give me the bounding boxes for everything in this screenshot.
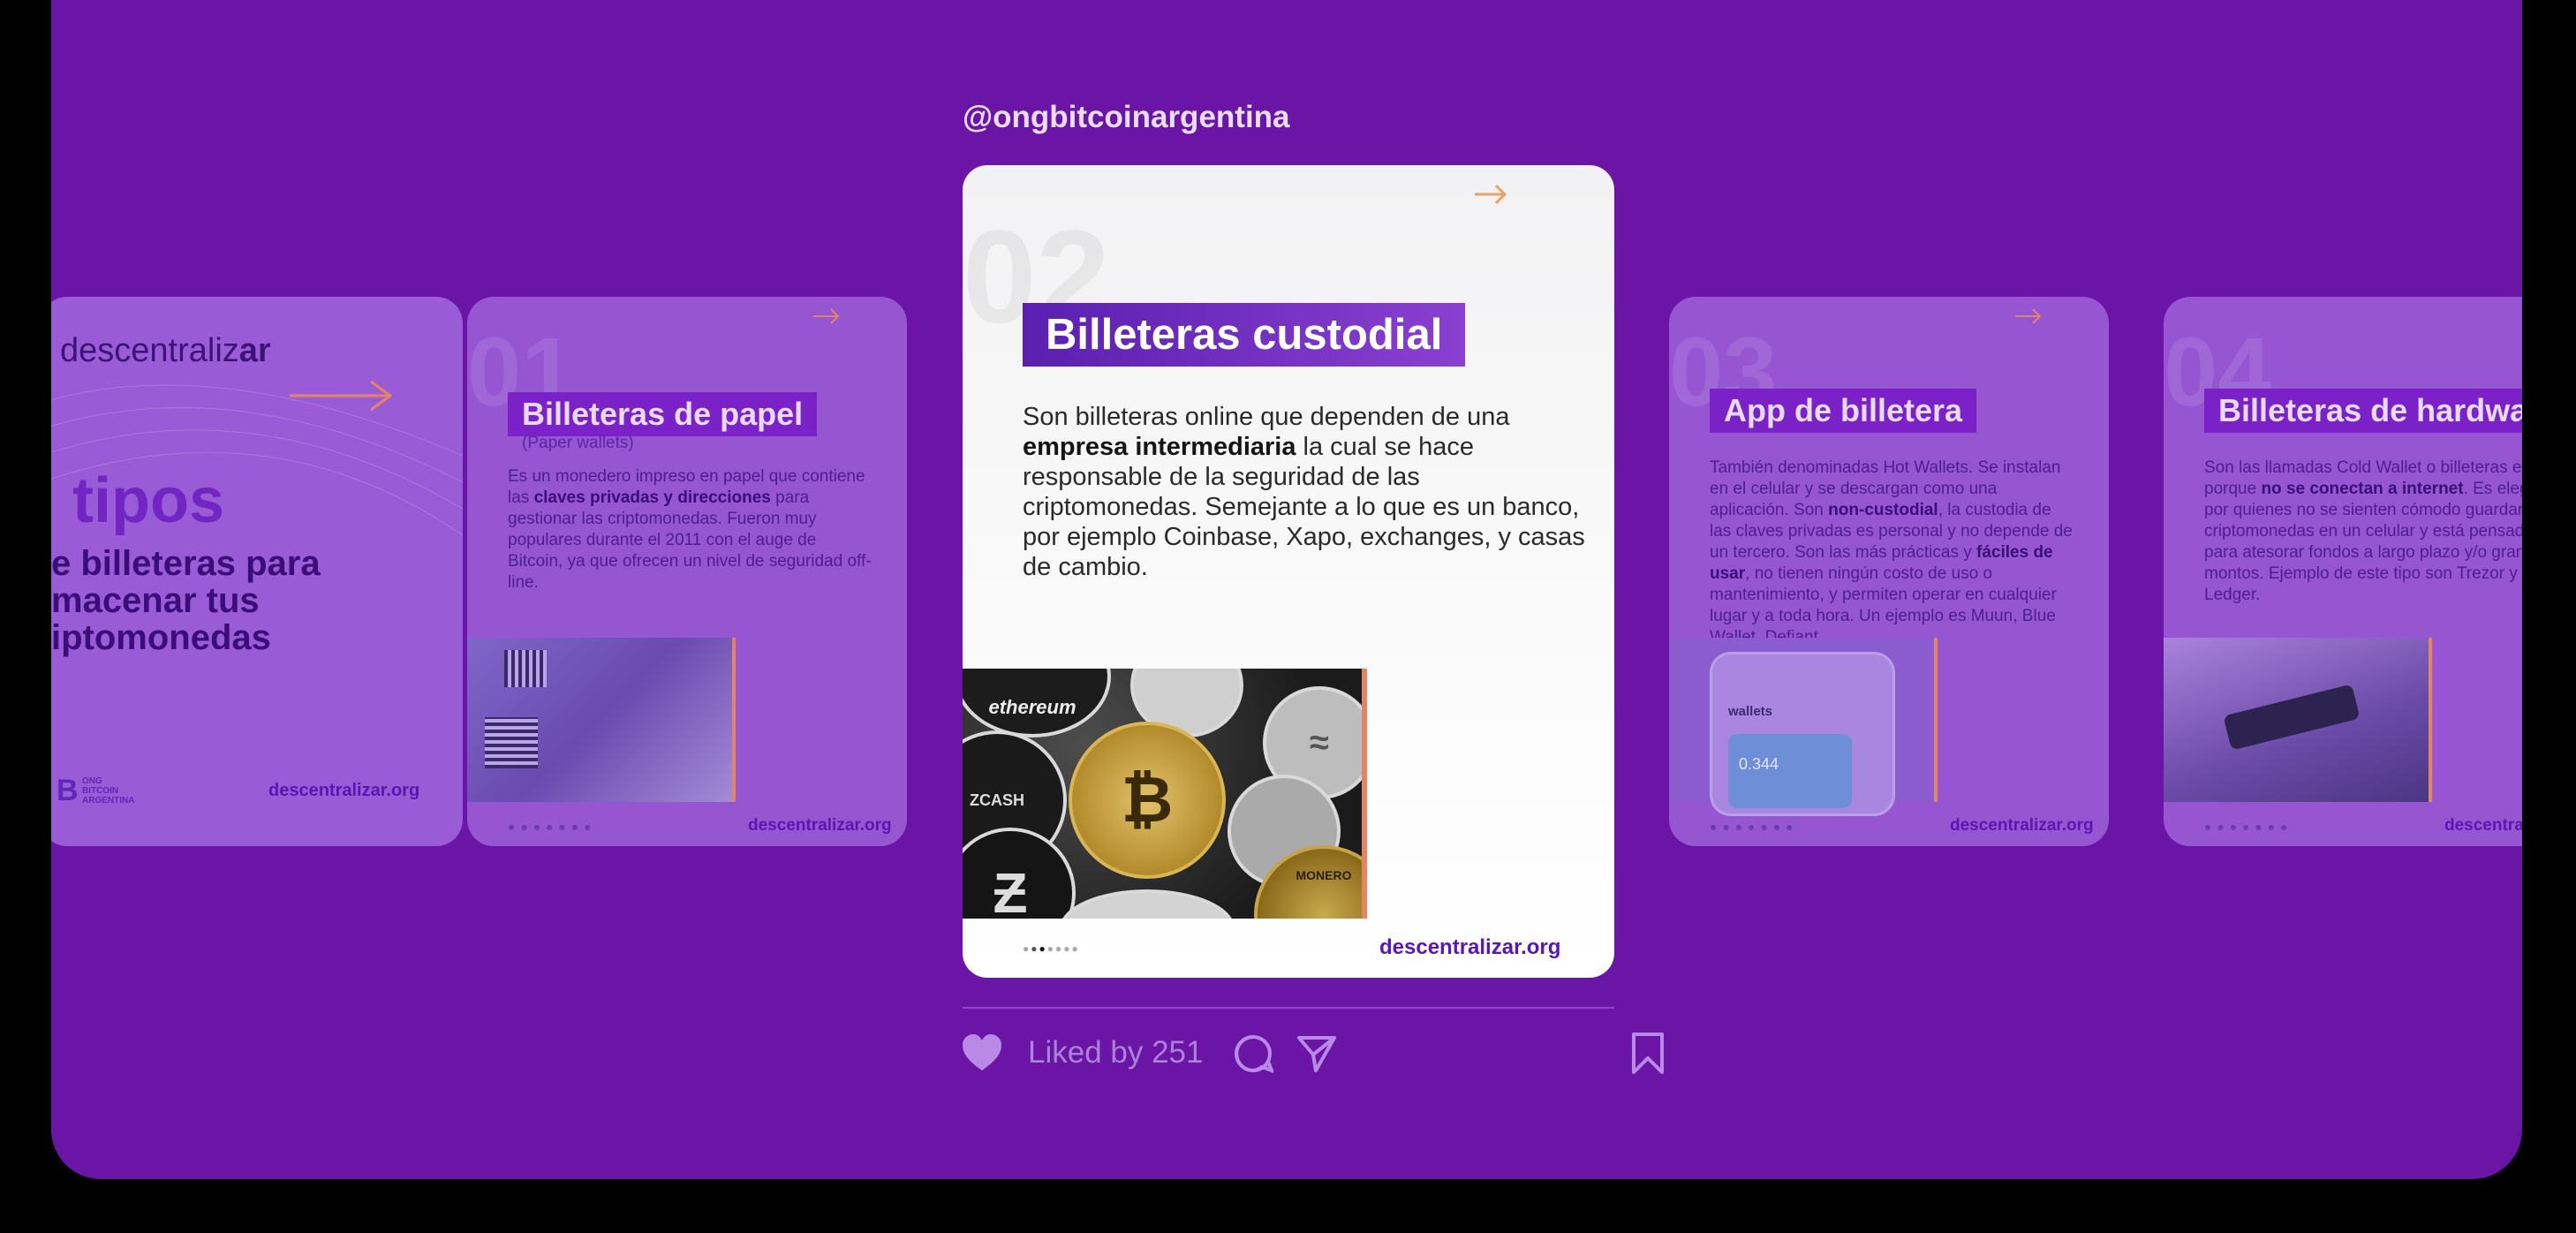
carousel-card-intro[interactable]: descentralizar tipos e billeteras para m…: [51, 297, 463, 846]
card-body: También denominadas Hot Wallets. Se inst…: [1710, 458, 2073, 647]
card-footer-url[interactable]: descentralizar.org: [1950, 816, 2094, 836]
card-title: Billeteras de papel: [508, 392, 818, 436]
likes-count[interactable]: Liked by 251: [1028, 1035, 1203, 1070]
comment-icon[interactable]: [1233, 1033, 1273, 1074]
card-title: Billeteras custodial: [1023, 303, 1466, 367]
intro-subtitle-2: macenar tus: [51, 581, 260, 620]
org-logo: B ONG BITCOIN ARGENTINA: [57, 774, 135, 807]
arrow-right-icon: [2015, 308, 2042, 324]
card-footer-url[interactable]: descentralizar.org: [268, 781, 419, 801]
card-subtitle: (Paper wallets): [522, 434, 634, 452]
bookmark-icon[interactable]: [1630, 1032, 1666, 1076]
phone-wallets-label: wallets: [1728, 704, 1773, 719]
card-footer-url[interactable]: descentralizar.org: [748, 816, 892, 836]
card-footer-url[interactable]: descentralizar.org: [2444, 816, 2522, 836]
bitcoin-coin: ₿: [1069, 722, 1226, 879]
carousel-card-custodial-wallets[interactable]: 02 Billeteras custodial Son billeteras o…: [963, 165, 1614, 978]
ethereum-coin: ethereum: [963, 669, 1111, 738]
share-icon[interactable]: [1296, 1033, 1337, 1074]
carousel-card-wallet-app[interactable]: 03 App de billetera También denominadas …: [1669, 297, 2109, 846]
card-body: Son las llamadas Cold Wallet o billetera…: [2204, 458, 2522, 604]
intro-subtitle-1: e billeteras para: [51, 544, 321, 583]
zcash-coin-dark: Ƶ: [963, 828, 1076, 919]
brand-wordmark-regular: descentraliz: [60, 332, 239, 369]
brand-wordmark: descentralizar: [60, 332, 271, 370]
card-title: App de billetera: [1710, 389, 1977, 433]
card-footer-url[interactable]: descentralizar.org: [1379, 935, 1560, 960]
heart-icon[interactable]: [961, 1033, 1003, 1072]
arrow-right-icon: [290, 380, 393, 412]
carousel-card-hardware-wallets[interactable]: 04 Billeteras de hardwa Son las llamadas…: [2164, 297, 2522, 846]
hardware-device: [2223, 684, 2361, 751]
carousel-dots: ● ● ● ● ● ● ●: [1710, 820, 1794, 834]
arrow-right-icon: [813, 308, 840, 324]
bitcoin-logo-icon: B: [57, 774, 79, 807]
wallet-app-photo: wallets 0.344: [1669, 638, 1938, 816]
tipos-heading: tipos: [72, 465, 224, 536]
instagram-post-mockup: @ongbitcoinargentina descentralizar tipo…: [51, 0, 2522, 1179]
paper-wallet-photo: [467, 638, 736, 802]
carousel-dots: ● ● ● ● ● ● ●: [2204, 820, 2289, 834]
card-title: Billeteras de hardwa: [2204, 389, 2522, 433]
brand-wordmark-bold: ar: [238, 332, 271, 369]
card-body: Es un monedero impreso en papel que cont…: [508, 467, 872, 592]
account-handle[interactable]: @ongbitcoinargentina: [963, 100, 1290, 135]
carousel-dots: ●●●●●●●: [1023, 942, 1080, 955]
qr-code-icon: [485, 717, 538, 768]
qr-code-icon: [504, 650, 547, 687]
post-divider: [963, 1007, 1614, 1009]
carousel-dots: ● ● ● ● ● ● ●: [508, 820, 593, 834]
phone-balance-card: 0.344: [1728, 734, 1852, 808]
crypto-coins-photo: ethereum ≈ ZCASH ₿ MONERO Ƶ: [963, 669, 1367, 919]
card-body: Son billeteras online que dependen de un…: [1023, 403, 1585, 581]
silver-coin: [1060, 889, 1235, 919]
intro-subtitle-3: iptomonedas: [51, 618, 271, 657]
arrow-right-icon[interactable]: [1473, 181, 1508, 208]
phone-mockup: wallets 0.344: [1710, 652, 1895, 816]
hardware-wallet-photo: [2164, 638, 2432, 802]
carousel-card-paper-wallets[interactable]: 01 Billeteras de papel (Paper wallets) E…: [467, 297, 907, 846]
